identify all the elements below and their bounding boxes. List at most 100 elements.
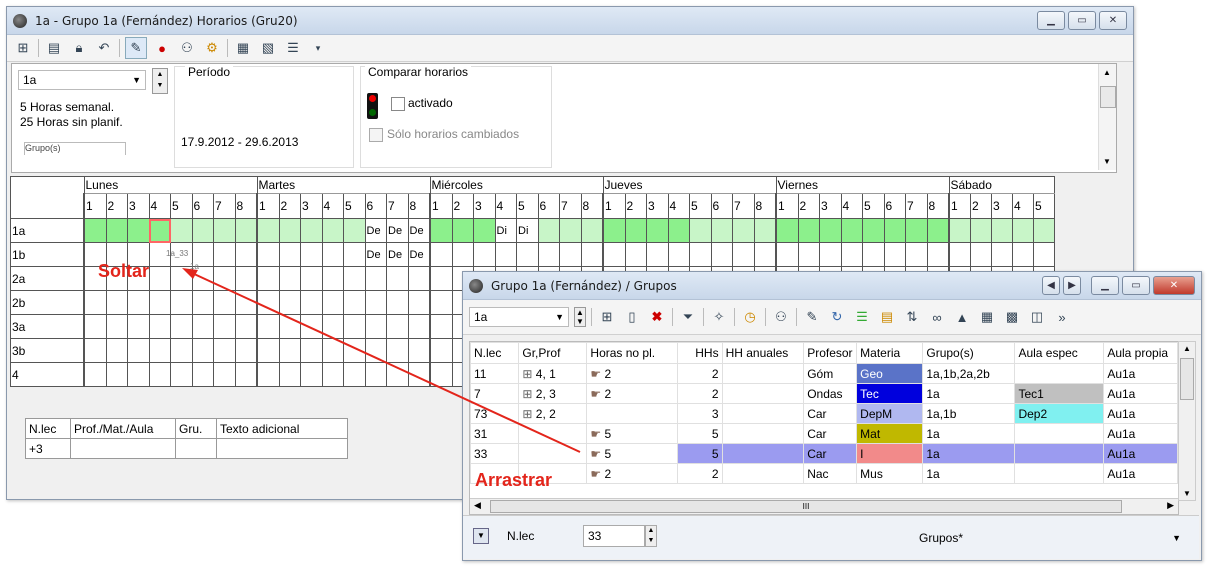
timetable-cell[interactable]: De [407, 218, 431, 243]
timetable-cell[interactable] [559, 218, 582, 243]
table-cell[interactable] [1014, 463, 1105, 484]
timetable-cell[interactable] [386, 314, 409, 339]
timetable-cell[interactable] [429, 266, 453, 291]
scroll-left-icon[interactable]: ◀ [474, 500, 481, 511]
table-row[interactable]: 31 ☛ 5 5 Car Mat 1a Au1a [469, 423, 1178, 444]
column-header[interactable]: HH anuales [721, 342, 805, 364]
table-cell[interactable]: DepM [856, 403, 924, 424]
timetable-cell[interactable] [537, 218, 560, 243]
table-cell[interactable]: 11 [469, 363, 520, 384]
row-label[interactable]: 4 [10, 362, 85, 387]
table-cell[interactable]: Au1a [1103, 383, 1178, 404]
timetable-cell[interactable] [646, 242, 669, 267]
timetable-cell[interactable] [407, 314, 431, 339]
table-cell[interactable]: Dep2 [1014, 403, 1105, 424]
timetable-cell[interactable] [494, 242, 517, 267]
timetable-cell[interactable] [278, 266, 301, 291]
dropdown-arrow-icon[interactable]: ▾ [308, 38, 328, 58]
timetable-cell[interactable]: De [364, 218, 387, 243]
timetable-cell[interactable] [234, 338, 258, 363]
timetable-cell[interactable] [170, 290, 193, 315]
timetable-cell[interactable] [429, 242, 453, 267]
timetable-cell[interactable] [191, 314, 214, 339]
column-header[interactable]: Profesor [803, 342, 858, 364]
table-cell[interactable]: 33 [469, 443, 520, 464]
column-header[interactable]: Gr,Prof [518, 342, 588, 364]
timetable-cell[interactable] [148, 218, 171, 243]
timetable-cell[interactable] [321, 362, 344, 387]
timetable-cell[interactable] [278, 290, 301, 315]
timetable-cell[interactable] [191, 362, 214, 387]
detail-gru[interactable] [175, 438, 217, 459]
timetable-cell[interactable] [386, 362, 409, 387]
timetable-cell[interactable] [364, 362, 387, 387]
table-cell[interactable]: Au1a [1103, 403, 1178, 424]
calendar-icon[interactable]: ▦ [977, 307, 997, 327]
table-cell[interactable]: 1a,1b,2a,2b [922, 363, 1016, 384]
timetable-cell[interactable] [300, 242, 323, 267]
timetable-cell[interactable] [148, 314, 171, 339]
table-cell[interactable] [1014, 443, 1105, 464]
timetable-cell[interactable] [278, 338, 301, 363]
timetable-cell[interactable] [83, 362, 107, 387]
table-cell[interactable] [518, 443, 588, 464]
timetable-cell[interactable] [321, 266, 344, 291]
timetable-cell[interactable] [148, 290, 171, 315]
row-label[interactable]: 2b [10, 290, 85, 315]
timetable-cell[interactable] [127, 338, 150, 363]
maximize-button[interactable]: ▭ [1068, 11, 1096, 30]
timetable-cell[interactable] [148, 362, 171, 387]
timetable-cell[interactable] [191, 338, 214, 363]
table-cell[interactable]: 7 [469, 383, 520, 404]
detail-text[interactable] [216, 438, 348, 459]
table-cell[interactable] [721, 463, 805, 484]
timetable-cell[interactable] [105, 338, 128, 363]
table-cell[interactable]: Mat [856, 423, 924, 444]
timetable-cell[interactable] [624, 242, 647, 267]
new-icon[interactable]: ⊞ [13, 38, 33, 58]
row-label[interactable]: 3a [10, 314, 85, 339]
people-icon[interactable]: ⚇ [177, 38, 197, 58]
table-cell[interactable]: ⊞ 2, 2 [518, 403, 588, 424]
timetable-cell[interactable] [364, 338, 387, 363]
timetable-cell[interactable]: Di [516, 218, 539, 243]
delete-icon[interactable]: ✖ [647, 307, 667, 327]
timetable-cell[interactable] [278, 314, 301, 339]
table-cell[interactable] [1014, 363, 1105, 384]
timetable-cell[interactable] [689, 218, 712, 243]
table-cell[interactable]: 73 [469, 403, 520, 424]
timetable-cell[interactable] [646, 218, 669, 243]
timetable-cell[interactable] [127, 290, 150, 315]
timetable-cell[interactable] [948, 242, 971, 267]
timetable-cell[interactable] [148, 338, 171, 363]
timetable-cell[interactable] [256, 362, 280, 387]
timetable-cell[interactable] [256, 242, 280, 267]
timetable-cell[interactable] [473, 218, 496, 243]
row-label[interactable]: 2a [10, 266, 85, 291]
table-cell[interactable]: I [856, 443, 924, 464]
groups-class-select[interactable]: 1a ▼ [469, 307, 569, 327]
print-icon[interactable]: ▤ [44, 38, 64, 58]
timetable-cell[interactable] [1033, 242, 1055, 267]
timetable-cell[interactable] [234, 314, 258, 339]
timetable-cell[interactable] [234, 266, 258, 291]
timetable-cell[interactable] [191, 218, 214, 243]
timetable-cell[interactable] [797, 218, 820, 243]
timetable-cell[interactable] [256, 338, 280, 363]
timetable-cell[interactable] [473, 242, 496, 267]
timetable-cell[interactable] [278, 362, 301, 387]
table-cell[interactable]: ⊞ 2, 3 [518, 383, 588, 404]
timetable-cell[interactable] [407, 362, 431, 387]
timetable-cell[interactable] [840, 218, 863, 243]
table-cell[interactable]: ☛ 2 [586, 363, 679, 384]
nlec-input[interactable]: 33 [583, 525, 645, 547]
edit-icon[interactable]: ✎ [125, 37, 147, 59]
expand-icon[interactable]: ⊞ [522, 367, 535, 381]
table-cell[interactable]: Geo [856, 363, 924, 384]
row-label[interactable]: 1b [10, 242, 85, 267]
magic-icon[interactable]: ✧ [709, 307, 729, 327]
timetable-cell[interactable] [343, 314, 366, 339]
timetable-cell[interactable] [775, 242, 799, 267]
table-cell[interactable] [1014, 423, 1105, 444]
timetable-cell[interactable] [862, 242, 885, 267]
